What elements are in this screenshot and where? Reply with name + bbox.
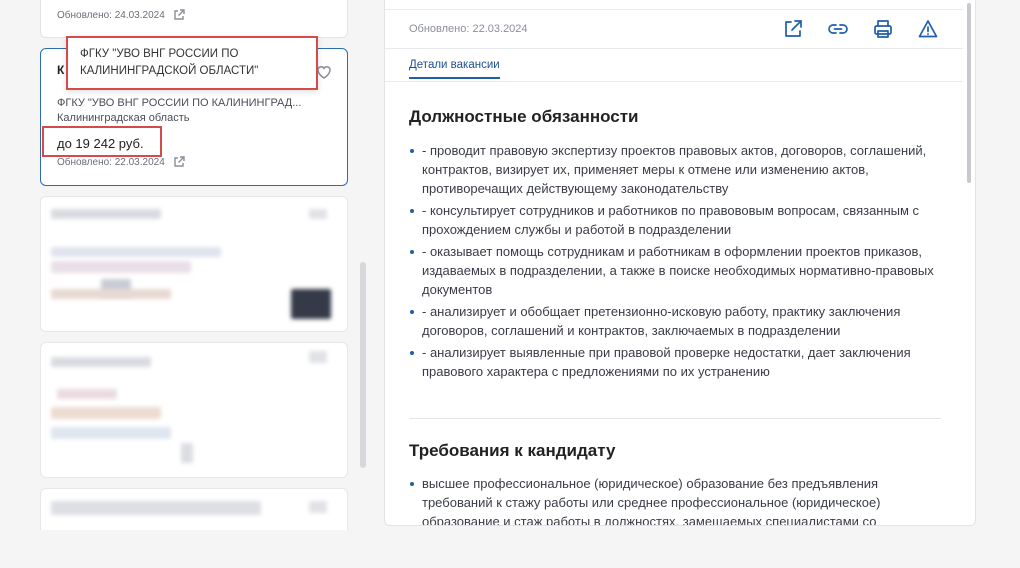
divider: [385, 81, 963, 82]
duties-heading: Должностные обязанности: [409, 107, 639, 126]
detail-scrollbar[interactable]: [967, 3, 971, 183]
requirements-heading: Требования к кандидату: [409, 441, 616, 460]
vacancy-card-redacted[interactable]: [40, 342, 348, 478]
list-item: высшее профессиональное (юридическое) об…: [409, 474, 939, 525]
printer-icon[interactable]: [872, 18, 894, 40]
list-item: - анализирует выявленные при правовой пр…: [409, 343, 939, 381]
vacancy-card-redacted[interactable]: [40, 196, 348, 332]
external-link-icon[interactable]: [173, 9, 185, 21]
vacancy-detail-panel: Обновлено: 22.03.2024 Детали вакансии До…: [384, 0, 976, 526]
list-item: - проводит правовую экспертизу проектов …: [409, 141, 939, 198]
link-icon[interactable]: [827, 18, 849, 40]
external-link-icon[interactable]: [782, 18, 804, 40]
updated-row: Обновлено: 22.03.2024: [57, 156, 185, 168]
vacancy-title: К: [57, 63, 65, 77]
updated-date: Обновлено: 24.03.2024: [57, 9, 165, 21]
company-name[interactable]: ФГКУ "УВО ВНГ РОССИИ ПО КАЛИНИНГРАД...: [57, 97, 301, 109]
divider: [409, 418, 941, 419]
updated-date: Обновлено: 22.03.2024: [57, 156, 165, 168]
vacancy-card-redacted[interactable]: [40, 488, 348, 530]
duties-list: - проводит правовую экспертизу проектов …: [409, 141, 939, 384]
detail-updated-date: Обновлено: 22.03.2024: [409, 23, 528, 35]
salary-highlight: [42, 126, 162, 157]
vacancy-card[interactable]: Обновлено: 24.03.2024: [40, 0, 348, 38]
list-item: - анализирует и обобщает претензионно-ис…: [409, 302, 939, 340]
list-item: - оказывает помощь сотрудникам и работни…: [409, 242, 939, 299]
tab-vacancy-details[interactable]: Детали вакансии: [409, 59, 500, 79]
divider: [385, 48, 963, 49]
list-item: - консультирует сотрудников и работников…: [409, 201, 939, 239]
region-label: Калининградская область: [57, 112, 190, 124]
list-scrollbar[interactable]: [360, 262, 366, 468]
warning-icon[interactable]: [917, 18, 939, 40]
external-link-icon[interactable]: [173, 156, 185, 168]
updated-row: Обновлено: 24.03.2024: [57, 9, 185, 21]
requirements-list: высшее профессиональное (юридическое) об…: [409, 474, 939, 525]
divider: [385, 9, 963, 10]
company-tooltip: ФГКУ "УВО ВНГ РОССИИ ПО КАЛИНИНГРАДСКОЙ …: [66, 36, 318, 90]
